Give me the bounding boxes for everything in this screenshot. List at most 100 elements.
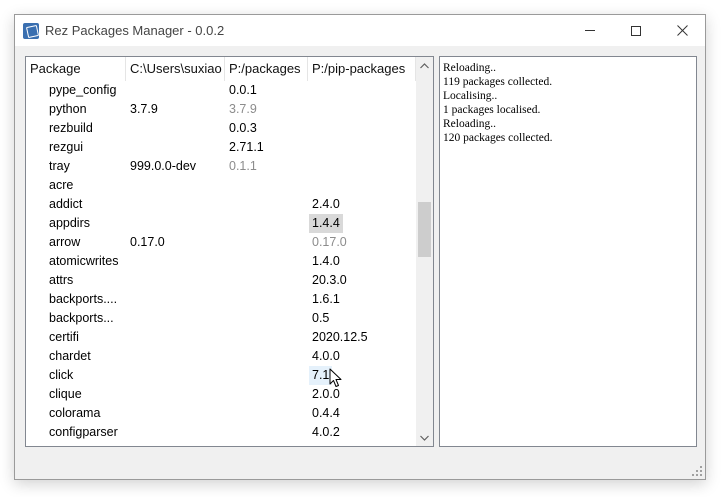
table-row[interactable]: chardet 4.0.0 — [26, 347, 416, 366]
local-version-cell[interactable]: 0.17.0 — [126, 233, 225, 252]
scrollbar-thumb[interactable] — [418, 202, 431, 257]
packages-version-cell[interactable] — [225, 252, 308, 271]
local-version-cell[interactable] — [126, 309, 225, 328]
pip-version-cell[interactable]: 20.3.0 — [308, 271, 416, 290]
local-version-cell[interactable] — [126, 404, 225, 423]
column-header-packages-path[interactable]: P:/packages — [225, 57, 308, 81]
packages-version-cell[interactable]: 2.71.1 — [225, 138, 308, 157]
table-row[interactable]: arrow 0.17.0 0.17.0 — [26, 233, 416, 252]
package-name-cell[interactable]: addict — [26, 195, 126, 214]
packages-version-cell[interactable] — [225, 290, 308, 309]
pip-version-cell[interactable]: 0.17.0 — [308, 233, 416, 252]
pip-version-cell[interactable]: 4.0.0 — [308, 347, 416, 366]
packages-version-cell[interactable]: 0.0.1 — [225, 81, 308, 100]
package-name-cell[interactable]: acre — [26, 176, 126, 195]
packages-version-cell[interactable] — [225, 328, 308, 347]
column-header-local-path[interactable]: C:\Users\suxiao — [126, 57, 225, 81]
table-row[interactable]: pype_config 0.0.1 — [26, 81, 416, 100]
title-bar[interactable]: Rez Packages Manager - 0.0.2 — [15, 15, 705, 46]
packages-version-cell[interactable]: 0.0.3 — [225, 119, 308, 138]
packages-version-cell[interactable]: 0.1.1 — [225, 157, 308, 176]
package-name-cell[interactable]: rezgui — [26, 138, 126, 157]
local-version-cell[interactable] — [126, 176, 225, 195]
local-version-cell[interactable] — [126, 195, 225, 214]
pip-version-cell-selected[interactable]: 1.4.4 — [308, 214, 416, 233]
local-version-cell[interactable] — [126, 385, 225, 404]
local-version-cell[interactable] — [126, 81, 225, 100]
package-name-cell[interactable]: colorama — [26, 404, 126, 423]
local-version-cell[interactable] — [126, 347, 225, 366]
packages-version-cell[interactable] — [225, 176, 308, 195]
packages-version-cell[interactable] — [225, 195, 308, 214]
local-version-cell[interactable] — [126, 271, 225, 290]
package-name-cell[interactable]: backports.... — [26, 290, 126, 309]
table-row[interactable]: clique 2.0.0 — [26, 385, 416, 404]
pip-version-cell[interactable] — [308, 176, 416, 195]
minimize-button[interactable] — [567, 15, 613, 46]
pip-version-cell[interactable]: 0.5 — [308, 309, 416, 328]
table-row[interactable]: appdirs 1.4.4 — [26, 214, 416, 233]
packages-version-cell[interactable]: 3.7.9 — [225, 100, 308, 119]
package-name-cell[interactable]: click — [26, 366, 126, 385]
table-row[interactable]: acre — [26, 176, 416, 195]
pip-version-cell[interactable]: 4.0.2 — [308, 423, 416, 442]
table-row[interactable]: certifi 2020.12.5 — [26, 328, 416, 347]
local-version-cell[interactable] — [126, 423, 225, 442]
table-row[interactable]: attrs 20.3.0 — [26, 271, 416, 290]
log-output[interactable]: Reloading.. 119 packages collected. Loca… — [439, 56, 697, 447]
packages-version-cell[interactable] — [225, 385, 308, 404]
local-version-cell[interactable] — [126, 138, 225, 157]
package-name-cell[interactable]: chardet — [26, 347, 126, 366]
package-name-cell[interactable]: rezbuild — [26, 119, 126, 138]
package-name-cell[interactable]: python — [26, 100, 126, 119]
packages-version-cell[interactable] — [225, 233, 308, 252]
package-name-cell[interactable]: clique — [26, 385, 126, 404]
packages-version-cell[interactable] — [225, 366, 308, 385]
table-row[interactable]: python 3.7.9 3.7.9 — [26, 100, 416, 119]
maximize-button[interactable] — [613, 15, 659, 46]
local-version-cell[interactable]: 999.0.0-dev — [126, 157, 225, 176]
column-header-package[interactable]: Package — [26, 57, 126, 81]
packages-version-cell[interactable] — [225, 404, 308, 423]
local-version-cell[interactable]: 3.7.9 — [126, 100, 225, 119]
package-name-cell[interactable]: tray — [26, 157, 126, 176]
pip-version-cell[interactable] — [308, 119, 416, 138]
packages-version-cell[interactable] — [225, 214, 308, 233]
local-version-cell[interactable] — [126, 328, 225, 347]
packages-table[interactable]: Package C:\Users\suxiao P:/packages P:/p… — [25, 56, 434, 447]
package-name-cell[interactable]: certifi — [26, 328, 126, 347]
local-version-cell[interactable] — [126, 290, 225, 309]
pip-version-cell[interactable]: 1.4.0 — [308, 252, 416, 271]
table-row[interactable]: configparser 4.0.2 — [26, 423, 416, 442]
package-name-cell[interactable]: pype_config — [26, 81, 126, 100]
scroll-up-button[interactable] — [416, 57, 433, 74]
package-name-cell[interactable]: backports... — [26, 309, 126, 328]
pip-version-cell[interactable] — [308, 100, 416, 119]
pip-version-cell[interactable]: 0.4.4 — [308, 404, 416, 423]
packages-version-cell[interactable] — [225, 271, 308, 290]
local-version-cell[interactable] — [126, 119, 225, 138]
scroll-down-button[interactable] — [416, 429, 433, 446]
table-row[interactable]: tray 999.0.0-dev 0.1.1 — [26, 157, 416, 176]
column-header-pip-packages-path[interactable]: P:/pip-packages — [308, 57, 416, 81]
package-name-cell[interactable]: attrs — [26, 271, 126, 290]
table-row[interactable]: rezbuild 0.0.3 — [26, 119, 416, 138]
package-name-cell[interactable]: appdirs — [26, 214, 126, 233]
table-row[interactable]: rezgui 2.71.1 — [26, 138, 416, 157]
table-row[interactable]: backports.... 1.6.1 — [26, 290, 416, 309]
pip-version-cell[interactable]: 2020.12.5 — [308, 328, 416, 347]
table-row[interactable]: backports... 0.5 — [26, 309, 416, 328]
packages-version-cell[interactable] — [225, 309, 308, 328]
pip-version-cell[interactable] — [308, 138, 416, 157]
table-row[interactable]: atomicwrites 1.4.0 — [26, 252, 416, 271]
vertical-scrollbar[interactable] — [416, 57, 433, 446]
local-version-cell[interactable] — [126, 366, 225, 385]
package-name-cell[interactable]: configparser — [26, 423, 126, 442]
pip-version-cell[interactable]: 2.0.0 — [308, 385, 416, 404]
pip-version-cell[interactable]: 2.4.0 — [308, 195, 416, 214]
resize-grip-icon[interactable] — [691, 465, 703, 477]
table-row[interactable]: click 7.1 — [26, 366, 416, 385]
close-button[interactable] — [659, 15, 705, 46]
local-version-cell[interactable] — [126, 252, 225, 271]
pip-version-cell-hovered[interactable]: 7.1 — [308, 366, 416, 385]
